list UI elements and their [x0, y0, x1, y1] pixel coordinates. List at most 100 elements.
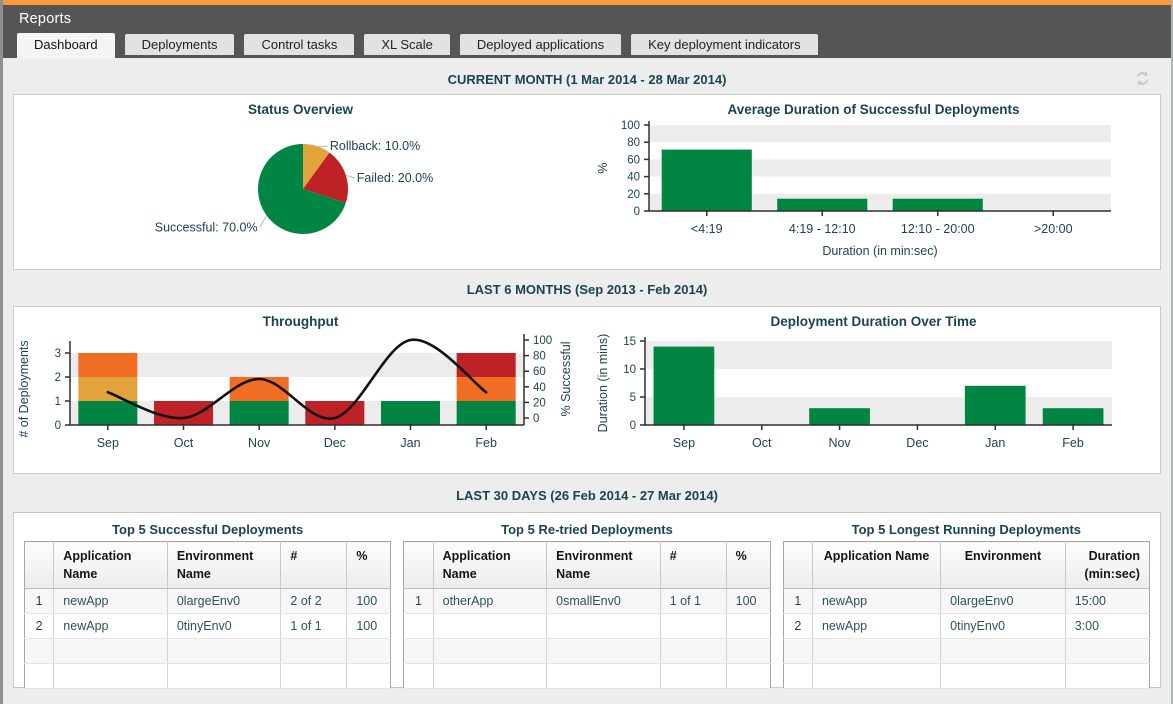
table-cell [941, 664, 1066, 689]
svg-text:%: % [596, 162, 610, 173]
column-header: # [281, 542, 347, 589]
table-row [25, 639, 391, 664]
table-row [783, 639, 1149, 664]
svg-text:Duration (in min:sec): Duration (in min:sec) [822, 244, 937, 258]
svg-text:12:10 - 20:00: 12:10 - 20:00 [901, 222, 975, 236]
table-cell [433, 614, 547, 639]
tab-xl-scale[interactable]: XL Scale [364, 34, 450, 55]
svg-text:Nov: Nov [828, 436, 851, 450]
svg-text:Duration (in mins): Duration (in mins) [596, 334, 610, 433]
tab-control-tasks[interactable]: Control tasks [244, 34, 354, 55]
svg-text:40: 40 [533, 382, 546, 394]
duration-over-time-svg: 051015SepOctNovDecJanFebDuration (in min… [587, 331, 1162, 472]
app-window: Reports Dashboard Deployments Control ta… [0, 0, 1173, 704]
svg-text:Jan: Jan [400, 436, 420, 450]
svg-text:0: 0 [533, 413, 539, 425]
table-cell [167, 639, 281, 664]
svg-text:Oct: Oct [174, 436, 194, 450]
section-title-last-30-days: LAST 30 DAYS (26 Feb 2014 - 27 Mar 2014) [456, 488, 718, 503]
section-header-last-30-days: LAST 30 DAYS (26 Feb 2014 - 27 Mar 2014) [13, 486, 1161, 506]
column-header [25, 542, 54, 589]
tab-deployments[interactable]: Deployments [125, 34, 235, 55]
duration-over-time-chart: Deployment Duration Over Time 051015SepO… [587, 307, 1160, 473]
table-cell: 15:00 [1065, 589, 1149, 614]
svg-text:Jan: Jan [985, 436, 1005, 450]
svg-text:0: 0 [55, 420, 61, 432]
table-cell: 0smallEnv0 [547, 589, 661, 614]
table-cell [783, 664, 812, 689]
table-cell [281, 639, 347, 664]
tab-key-deployment-indicators[interactable]: Key deployment indicators [631, 34, 817, 55]
svg-text:Nov: Nov [248, 436, 271, 450]
table-cell [54, 664, 168, 689]
svg-text:Sep: Sep [97, 436, 119, 450]
duration-over-time-canvas: 051015SepOctNovDecJanFebDuration (in min… [587, 331, 1160, 477]
svg-text:80: 80 [533, 351, 546, 363]
svg-text:20: 20 [533, 397, 546, 409]
svg-text:10: 10 [623, 364, 636, 376]
table-cell: 2 of 2 [281, 589, 347, 614]
svg-text:Dec: Dec [906, 436, 928, 450]
svg-text:2: 2 [55, 372, 61, 384]
column-header: Application Name [433, 542, 547, 589]
svg-text:>20:00: >20:00 [1034, 222, 1073, 236]
table-cell [404, 664, 433, 689]
column-header: # [660, 542, 726, 589]
svg-text:15: 15 [623, 336, 636, 348]
table-cell [1065, 639, 1149, 664]
table-cell [167, 664, 281, 689]
refresh-button[interactable] [1131, 70, 1153, 90]
longest-running-deployments-title: Top 5 Longest Running Deployments [783, 519, 1150, 541]
tab-dashboard[interactable]: Dashboard [17, 33, 115, 58]
column-header: Environment [941, 542, 1066, 589]
table-row: 1otherApp0smallEnv01 of 1100 [404, 589, 770, 614]
section-title-last-6-months: LAST 6 MONTHS (Sep 2013 - Feb 2014) [467, 282, 708, 297]
svg-text:60: 60 [627, 154, 640, 166]
table-row [25, 664, 391, 689]
table-cell: 1 of 1 [281, 614, 347, 639]
throughput-canvas: 0123020406080100SepOctNovDecJanFeb# of D… [14, 331, 587, 477]
table-cell [54, 639, 168, 664]
table-cell [812, 664, 940, 689]
svg-text:40: 40 [627, 172, 640, 184]
table-cell: 100 [347, 589, 391, 614]
svg-text:Rollback: 10.0%: Rollback: 10.0% [330, 139, 420, 153]
title-bar: Reports [3, 5, 1171, 33]
column-header: % [726, 542, 770, 589]
avg-duration-chart: Average Duration of Successful Deploymen… [587, 95, 1160, 269]
svg-text:Feb: Feb [1062, 436, 1084, 450]
throughput-chart: Throughput 0123020406080100SepOctNovDecJ… [14, 307, 587, 473]
table-cell [433, 639, 547, 664]
table-header-row: Application NameEnvironment Name#% [25, 542, 391, 589]
svg-text:100: 100 [621, 120, 640, 132]
svg-text:<4:19: <4:19 [691, 222, 723, 236]
table-row [783, 664, 1149, 689]
svg-text:1: 1 [55, 396, 61, 408]
table-cell [1065, 664, 1149, 689]
svg-text:Feb: Feb [475, 436, 497, 450]
table-cell: newApp [54, 614, 168, 639]
svg-text:60: 60 [533, 366, 546, 378]
table-cell: 2 [783, 614, 812, 639]
table-cell [281, 664, 347, 689]
section-header-last-6-months: LAST 6 MONTHS (Sep 2013 - Feb 2014) [13, 280, 1161, 300]
svg-text:# of Deployments: # of Deployments [17, 340, 31, 437]
table-cell: 1 of 1 [660, 589, 726, 614]
avg-duration-canvas: 020406080100<4:194:19 - 12:1012:10 - 20:… [587, 119, 1160, 274]
table-row: 1newApp0largeEnv015:00 [783, 589, 1149, 614]
successful-deployments-title: Top 5 Successful Deployments [24, 519, 391, 541]
status-overview-chart: Status Overview Rollback: 10.0%Failed: 2… [14, 95, 587, 269]
svg-text:5: 5 [630, 392, 636, 404]
table-cell: newApp [812, 614, 940, 639]
table-cell [347, 664, 391, 689]
tab-deployed-applications[interactable]: Deployed applications [460, 34, 621, 55]
table-cell [347, 639, 391, 664]
table-row: 2newApp0tinyEnv03:00 [783, 614, 1149, 639]
table-cell [941, 639, 1066, 664]
table-cell: newApp [54, 589, 168, 614]
duration-over-time-title: Deployment Duration Over Time [587, 307, 1160, 331]
column-header: Environment Name [547, 542, 661, 589]
table-cell [547, 614, 661, 639]
table-row [404, 639, 770, 664]
longest-running-deployments-card: Top 5 Longest Running Deployments Applic… [783, 519, 1150, 681]
